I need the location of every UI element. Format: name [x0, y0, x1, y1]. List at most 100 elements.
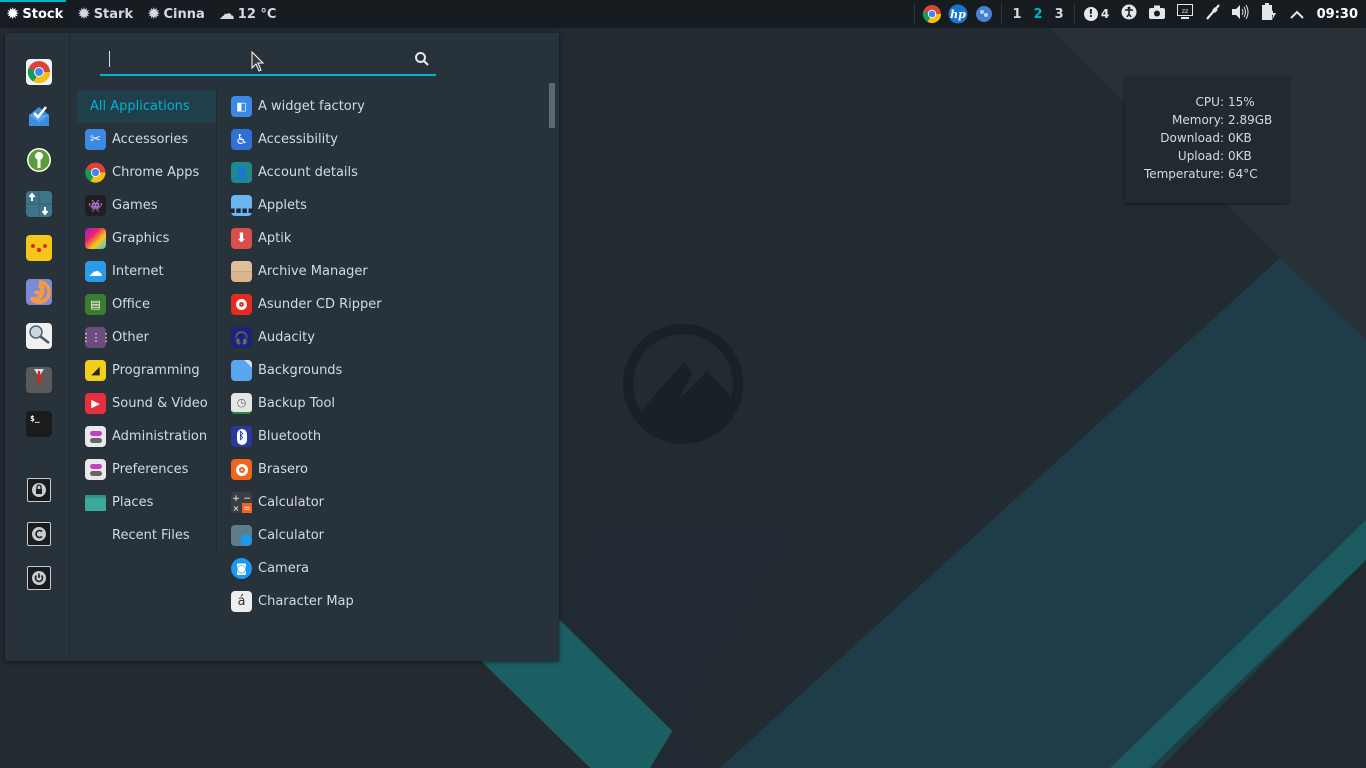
workspace-3[interactable]: 3	[1049, 7, 1070, 22]
text-caret	[109, 51, 110, 67]
gear-icon: ✹	[77, 4, 91, 23]
category-programming[interactable]: ◢ Programming	[77, 354, 217, 387]
workspace-2[interactable]: 2	[1028, 7, 1049, 22]
monitor-key: Upload:	[1177, 149, 1224, 163]
weather-cloud-sun-icon: ☁	[218, 4, 235, 23]
chrome-icon[interactable]	[921, 3, 943, 25]
play-icon: ▶	[85, 393, 106, 414]
app-item-applets[interactable]: ▪▪▪▪ Applets	[225, 189, 545, 222]
category-office[interactable]: ▤ Office	[77, 288, 217, 321]
logout-button[interactable]	[27, 522, 51, 546]
app-item-asunder-cd-ripper[interactable]: Asunder CD Ripper	[225, 288, 545, 321]
favorite-sphere-swirl[interactable]	[26, 279, 52, 305]
monitor-key: Download:	[1160, 131, 1224, 145]
favorite-keepassx[interactable]	[26, 147, 52, 173]
wallpaper-icon	[231, 360, 252, 381]
bluetooth-icon: ᛒ	[231, 426, 252, 447]
app-item-backgrounds[interactable]: Backgrounds	[225, 354, 545, 387]
favorite-search-document[interactable]	[26, 323, 52, 349]
app-item-aptik[interactable]: ⬇ Aptik	[225, 222, 545, 255]
category-recent-files[interactable]: Recent Files	[77, 519, 217, 552]
camera-icon[interactable]	[1143, 5, 1171, 23]
blank-icon	[85, 525, 106, 546]
category-sound-video[interactable]: ▶ Sound & Video	[77, 387, 217, 420]
panel-app-cinna[interactable]: ✹ Cinna	[141, 0, 213, 28]
app-label: Account details	[258, 165, 358, 180]
accessibility-icon[interactable]	[1115, 4, 1143, 24]
panel-app-stock[interactable]: ✹ Stock	[0, 0, 71, 28]
category-label: Recent Files	[112, 528, 190, 543]
shutdown-button[interactable]	[27, 566, 51, 590]
app-item-a-widget-factory[interactable]: ◧ A widget factory	[225, 90, 545, 123]
system-monitor-widget: CPU: 15% Memory: 2.89GB Download: 0KB Upload: 0…	[1125, 77, 1289, 203]
app-item-account-details[interactable]: 👤 Account details	[225, 156, 545, 189]
app-item-character-map[interactable]: á Character Map	[225, 585, 545, 618]
favorite-inbox-mail[interactable]	[26, 103, 52, 129]
category-preferences[interactable]: Preferences	[77, 453, 217, 486]
hp-icon[interactable]: hp	[947, 3, 969, 25]
app-label: Brasero	[258, 462, 309, 477]
category-internet[interactable]: ☁ Internet	[77, 255, 217, 288]
network-wired-icon[interactable]	[1199, 4, 1227, 24]
svg-text:hp: hp	[951, 8, 967, 21]
search-field[interactable]	[100, 47, 436, 76]
monitor-row: CPU: 15%	[1125, 93, 1289, 111]
search-icon	[415, 52, 429, 66]
app-item-backup-tool[interactable]: ◷ Backup Tool	[225, 387, 545, 420]
app-item-brasero[interactable]: Brasero	[225, 453, 545, 486]
favorite-yellow-app[interactable]	[26, 235, 52, 261]
category-accessories[interactable]: ✂ Accessories	[77, 123, 217, 156]
category-label: Administration	[112, 429, 208, 444]
calculator-icon: + − × =	[231, 492, 252, 513]
category-graphics[interactable]: Graphics	[77, 222, 217, 255]
favorite-google-chrome[interactable]	[26, 59, 52, 85]
favorite-suit-tie[interactable]	[26, 367, 52, 393]
app-item-calculator[interactable]: + − × = Calculator	[225, 486, 545, 519]
app-item-archive-manager[interactable]: Archive Manager	[225, 255, 545, 288]
category-administration[interactable]: Administration	[77, 420, 217, 453]
application-list-scrollbar[interactable]	[549, 83, 555, 128]
category-places[interactable]: Places	[77, 486, 217, 519]
chevron-up-icon[interactable]	[1283, 5, 1311, 23]
document-icon: ▤	[85, 294, 106, 315]
scissors-icon: ✂	[85, 129, 106, 150]
monitor-value: 2.89GB	[1228, 113, 1273, 127]
category-label: Internet	[112, 264, 164, 279]
toggles-icon	[85, 426, 106, 447]
category-all-applications[interactable]: All Applications	[77, 90, 217, 123]
panel-separator	[1073, 3, 1075, 25]
favorite-transfer[interactable]	[26, 191, 52, 217]
app-item-audacity[interactable]: 🎧 Audacity	[225, 321, 545, 354]
gear-icon: ✹	[6, 4, 20, 23]
key-icon	[27, 148, 51, 172]
app-item-accessibility[interactable]: ♿ Accessibility	[225, 123, 545, 156]
lock-screen-button[interactable]	[27, 478, 51, 502]
monitor-key: Memory:	[1172, 113, 1224, 127]
panel-app-stark[interactable]: ✹ Stark	[71, 0, 141, 28]
favorite-terminal[interactable]: $_	[26, 411, 52, 437]
workspace-1[interactable]: 1	[1006, 7, 1027, 22]
category-other[interactable]: ⋮⋮⋮ Other	[77, 321, 217, 354]
volume-icon[interactable]	[1227, 4, 1255, 23]
app-item-calculator[interactable]: Calculator	[225, 519, 545, 552]
app-item-camera[interactable]: ◙ Camera	[225, 552, 545, 585]
top-panel: ✹ Stock ✹ Stark ✹ Cinna ☁ 12 °C hp 1 2 3	[0, 0, 1366, 28]
app-label: Camera	[258, 561, 310, 576]
battery-charging-icon[interactable]	[1255, 3, 1283, 25]
notifications-button[interactable]: ! 4	[1079, 7, 1115, 21]
category-label: Other	[112, 330, 149, 345]
headphones-icon: 🎧	[231, 327, 252, 348]
magnifier-document-icon	[29, 325, 50, 344]
monitor-row: Temperature: 64°C	[1125, 165, 1289, 183]
weather-applet[interactable]: ☁ 12 °C	[213, 0, 285, 28]
gear-icon: ✹	[147, 4, 161, 23]
globe-icon[interactable]	[973, 3, 995, 25]
display-sleep-icon[interactable]: zz	[1171, 4, 1199, 24]
rainbow-icon	[85, 228, 106, 249]
app-item-bluetooth[interactable]: ᛒ Bluetooth	[225, 420, 545, 453]
toggles-icon	[85, 459, 106, 480]
category-chrome-apps[interactable]: Chrome Apps	[77, 156, 217, 189]
app-label: Backup Tool	[258, 396, 336, 411]
category-games[interactable]: 👾 Games	[77, 189, 217, 222]
clock[interactable]: 09:30	[1311, 7, 1366, 22]
